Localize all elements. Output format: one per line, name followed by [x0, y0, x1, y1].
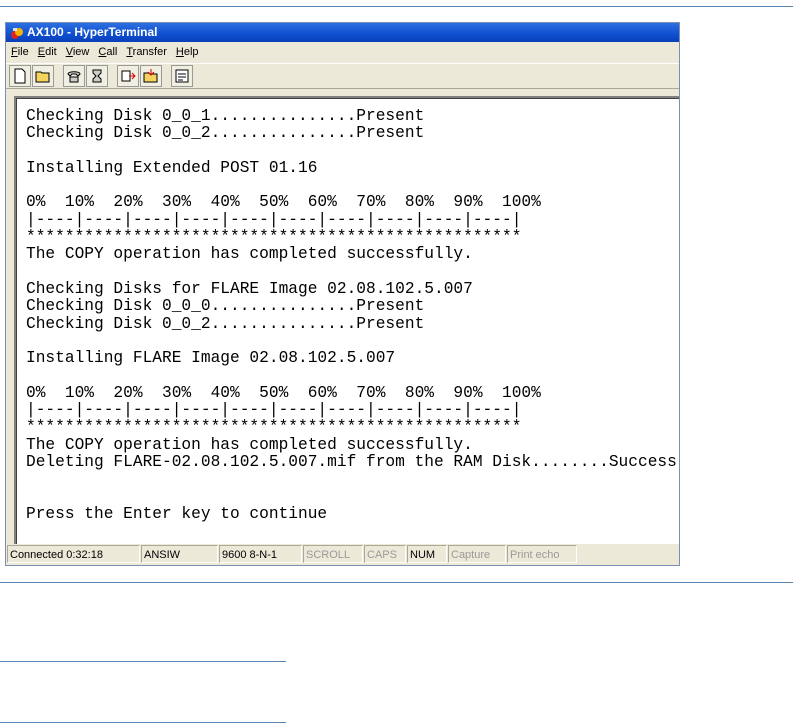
menu-call[interactable]: Call — [94, 43, 121, 61]
separator-line — [0, 661, 286, 662]
open-folder-icon — [35, 71, 50, 83]
new-file-icon — [14, 68, 26, 84]
terminal-line: Checking Disk 0_0_2...............Presen… — [26, 314, 425, 333]
terminal-line: The COPY operation has completed success… — [26, 435, 473, 454]
status-num: NUM — [407, 545, 447, 563]
top-rule — [0, 6, 793, 7]
menu-view[interactable]: View — [62, 43, 94, 61]
terminal-line: 0% 10% 20% 30% 40% 50% 60% 70% 80% 90% 1… — [26, 383, 541, 402]
menu-transfer[interactable]: Transfer — [122, 43, 171, 61]
connect-button[interactable] — [63, 65, 85, 87]
receive-icon — [143, 69, 158, 83]
send-icon — [121, 70, 136, 82]
status-caps: CAPS — [364, 545, 406, 563]
hyperterminal-app-icon — [11, 27, 23, 39]
terminal-line: ****************************************… — [26, 418, 522, 437]
toolbar — [6, 63, 679, 89]
terminal-screen[interactable]: Checking Disk 0_0_1...............Presen… — [14, 96, 679, 547]
title-bar: AX100 - HyperTerminal — [6, 23, 679, 42]
properties-button[interactable] — [171, 65, 193, 87]
bottom-rule — [0, 582, 793, 583]
terminal-line: Checking Disk 0_0_1...............Presen… — [26, 107, 425, 125]
status-bar: Connected 0:32:18 ANSIW 9600 8-N-1 SCROL… — [6, 544, 679, 564]
terminal-line: Checking Disk 0_0_2...............Presen… — [26, 124, 425, 143]
terminal-line: Deleting FLARE-02.08.102.5.007.mif from … — [26, 452, 677, 471]
status-scroll: SCROLL — [303, 545, 363, 563]
terminal-line: 0% 10% 20% 30% 40% 50% 60% 70% 80% 90% 1… — [26, 193, 541, 212]
menu-edit[interactable]: Edit — [34, 43, 61, 61]
hyperterminal-window: AX100 - HyperTerminal File Edit View Cal… — [5, 22, 680, 566]
status-capture: Capture — [448, 545, 506, 563]
terminal-line: ****************************************… — [26, 228, 522, 247]
terminal-output: Checking Disk 0_0_1...............Presen… — [26, 107, 677, 523]
status-print-echo: Print echo — [507, 545, 577, 563]
send-button[interactable] — [117, 65, 139, 87]
menu-file[interactable]: File — [7, 43, 33, 61]
terminal-line: Checking Disk 0_0_0...............Presen… — [26, 297, 425, 316]
status-settings: 9600 8-N-1 — [219, 545, 302, 563]
phone-icon — [67, 71, 81, 83]
terminal-line: Press the Enter key to continue — [26, 504, 328, 523]
disconnect-icon — [92, 69, 102, 83]
status-emulation: ANSIW — [141, 545, 218, 563]
terminal-line: The COPY operation has completed success… — [26, 245, 473, 264]
terminal-line: |----|----|----|----|----|----|----|----… — [26, 401, 522, 420]
disconnect-button[interactable] — [86, 65, 108, 87]
menu-bar: File Edit View Call Transfer Help — [6, 43, 679, 61]
terminal-line: Checking Disks for FLARE Image 02.08.102… — [26, 279, 473, 298]
separator-line — [0, 722, 286, 723]
menu-help[interactable]: Help — [172, 43, 203, 61]
terminal-line: |----|----|----|----|----|----|----|----… — [26, 210, 522, 229]
status-connected: Connected 0:32:18 — [7, 545, 140, 563]
terminal-line: Installing FLARE Image 02.08.102.5.007 — [26, 349, 396, 368]
new-file-button[interactable] — [9, 65, 31, 87]
receive-button[interactable] — [140, 65, 162, 87]
properties-icon — [175, 69, 189, 83]
terminal-line: Installing Extended POST 01.16 — [26, 158, 318, 177]
open-button[interactable] — [32, 65, 54, 87]
window-title: AX100 - HyperTerminal — [27, 25, 158, 39]
